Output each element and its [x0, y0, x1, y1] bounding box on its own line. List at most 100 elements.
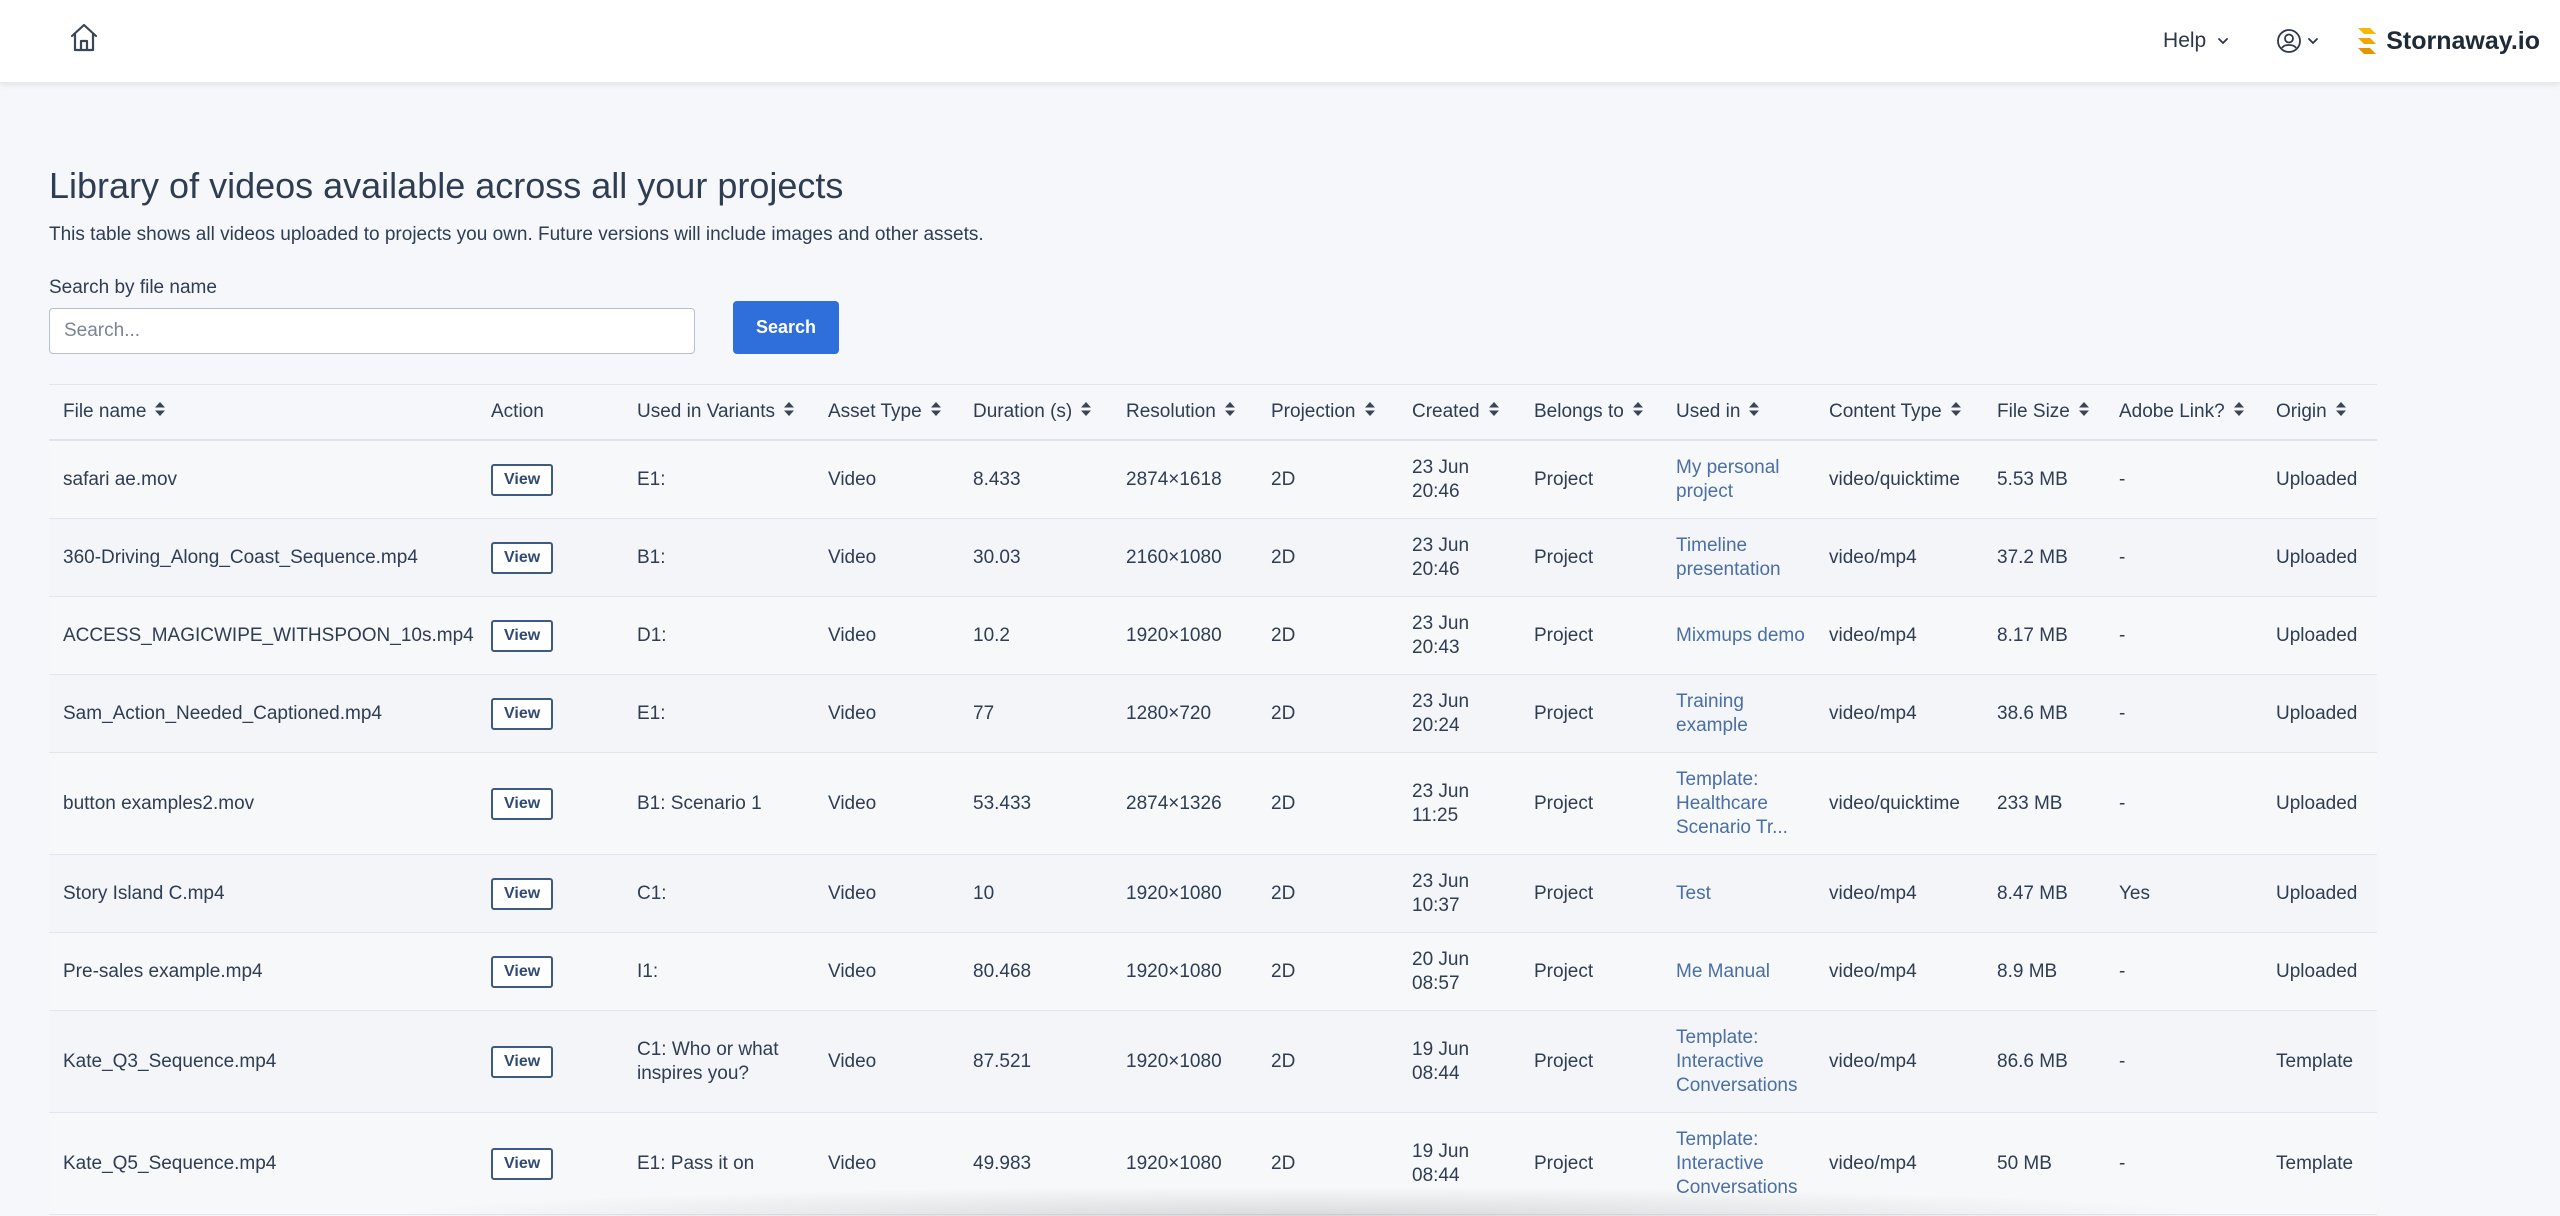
created-cell: 23 Jun 20:46	[1398, 440, 1520, 519]
origin-cell: Template	[2262, 1010, 2377, 1113]
sort-icon[interactable]	[930, 401, 942, 423]
sort-icon[interactable]	[783, 401, 795, 423]
view-button[interactable]: View	[491, 619, 554, 652]
content-type-cell: video/quicktime	[1815, 440, 1983, 519]
created-date: 19 Jun	[1412, 1038, 1470, 1060]
column-header[interactable]: File Size	[1983, 384, 2105, 441]
file-size-cell: 8.47 MB	[1983, 854, 2105, 933]
created-date: 23 Jun	[1412, 456, 1470, 478]
column-header[interactable]: Used in	[1662, 384, 1815, 441]
project-link[interactable]: Training example	[1676, 691, 1748, 736]
asset-type-cell: Video	[814, 854, 959, 933]
help-menu[interactable]: Help	[2163, 29, 2230, 53]
resolution-cell: 1920×1080	[1112, 596, 1257, 675]
used-in-cell: Test	[1662, 854, 1815, 933]
project-link[interactable]: Mixmups demo	[1676, 625, 1805, 646]
origin-cell: Template	[2262, 1112, 2377, 1215]
project-link[interactable]: Template: Interactive Conversations	[1676, 1027, 1797, 1096]
origin-cell: Uploaded	[2262, 854, 2377, 933]
created-date: 20 Jun	[1412, 948, 1470, 970]
project-link[interactable]: Test	[1676, 883, 1711, 904]
column-header[interactable]: Duration (s)	[959, 384, 1112, 441]
column-header-label: Asset Type	[828, 401, 922, 422]
project-link[interactable]: Timeline presentation	[1676, 535, 1781, 580]
view-button[interactable]: View	[491, 1147, 554, 1180]
created-time: 20:46	[1412, 558, 1460, 580]
action-cell: View	[477, 518, 623, 597]
table-row: button examples2.mov View B1: Scenario 1 Vi…	[49, 752, 2377, 855]
projection-cell: 2D	[1257, 932, 1398, 1011]
created-time: 20:43	[1412, 636, 1460, 658]
view-button[interactable]: View	[491, 877, 554, 910]
view-button[interactable]: View	[491, 697, 554, 730]
view-button[interactable]: View	[491, 463, 554, 496]
resolution-cell: 2874×1326	[1112, 752, 1257, 855]
created-cell: 20 Jun 08:57	[1398, 932, 1520, 1011]
sort-icon[interactable]	[154, 401, 166, 423]
sort-icon[interactable]	[1224, 401, 1236, 423]
view-button[interactable]: View	[491, 955, 554, 988]
projection-cell: 2D	[1257, 440, 1398, 519]
created-time: 08:44	[1412, 1164, 1460, 1186]
created-cell: 23 Jun 20:24	[1398, 674, 1520, 753]
user-menu[interactable]	[2276, 28, 2320, 54]
duration-cell: 8.433	[959, 440, 1112, 519]
variants-cell: B1:	[623, 518, 814, 597]
resolution-cell: 1920×1080	[1112, 854, 1257, 933]
created-cell: 23 Jun 11:25	[1398, 752, 1520, 855]
used-in-cell: Template: Interactive Conversations	[1662, 1010, 1815, 1113]
search-input[interactable]	[49, 308, 695, 354]
file-cell: Pre-sales example.mp4	[49, 932, 477, 1011]
file-size-cell: 8.17 MB	[1983, 596, 2105, 675]
sort-icon[interactable]	[1080, 401, 1092, 423]
sort-icon[interactable]	[2078, 401, 2090, 423]
created-date: 23 Jun	[1412, 870, 1470, 892]
project-link[interactable]: Template: Healthcare Scenario Tr...	[1676, 769, 1788, 838]
sort-icon[interactable]	[1632, 401, 1644, 423]
sort-icon[interactable]	[1950, 401, 1962, 423]
adobe-cell: -	[2105, 932, 2262, 1011]
resolution-cell: 1920×1080	[1112, 932, 1257, 1011]
projection-cell: 2D	[1257, 596, 1398, 675]
belongs-to-cell: Project	[1520, 932, 1662, 1011]
sort-icon[interactable]	[1364, 401, 1376, 423]
brand-logo[interactable]: Stornaway.io	[2354, 24, 2540, 58]
view-button[interactable]: View	[491, 787, 554, 820]
project-link[interactable]: Template: Interactive Conversations	[1676, 1129, 1797, 1198]
created-date: 23 Jun	[1412, 612, 1470, 634]
created-cell: 23 Jun 20:46	[1398, 518, 1520, 597]
resolution-cell: 2874×1618	[1112, 440, 1257, 519]
column-header[interactable]: Resolution	[1112, 384, 1257, 441]
created-cell: 23 Jun 20:43	[1398, 596, 1520, 675]
column-header-label: Adobe Link?	[2119, 401, 2225, 422]
file-size-cell: 38.6 MB	[1983, 674, 2105, 753]
table-header-row: File name Action Used in Variants Asset Typ…	[49, 384, 2377, 441]
sort-icon[interactable]	[1488, 401, 1500, 423]
project-link[interactable]: Me Manual	[1676, 961, 1770, 982]
column-header[interactable]: Asset Type	[814, 384, 959, 441]
home-icon[interactable]	[66, 20, 102, 56]
duration-cell: 77	[959, 674, 1112, 753]
column-header[interactable]: Projection	[1257, 384, 1398, 441]
table-row: Kate_Q3_Sequence.mp4 View C1: Who or what …	[49, 1010, 2377, 1113]
column-header[interactable]: Content Type	[1815, 384, 1983, 441]
sort-icon[interactable]	[2233, 401, 2245, 423]
column-header[interactable]: Adobe Link?	[2105, 384, 2262, 441]
action-cell: View	[477, 596, 623, 675]
belongs-to-cell: Project	[1520, 1112, 1662, 1215]
column-header[interactable]: Used in Variants	[623, 384, 814, 441]
column-header[interactable]: Belongs to	[1520, 384, 1662, 441]
column-header[interactable]: File name	[49, 384, 477, 441]
view-button[interactable]: View	[491, 1045, 554, 1078]
file-cell: Kate_Q3_Sequence.mp4	[49, 1010, 477, 1113]
created-time: 11:25	[1412, 804, 1459, 826]
page-title: Library of videos available across all y…	[49, 165, 844, 206]
content-type-cell: video/mp4	[1815, 932, 1983, 1011]
column-header[interactable]: Created	[1398, 384, 1520, 441]
sort-icon[interactable]	[1748, 401, 1760, 423]
search-button[interactable]: Search	[733, 301, 839, 354]
sort-icon[interactable]	[2335, 401, 2347, 423]
project-link[interactable]: My personal project	[1676, 457, 1780, 502]
view-button[interactable]: View	[491, 541, 554, 574]
column-header[interactable]: Origin	[2262, 384, 2377, 441]
